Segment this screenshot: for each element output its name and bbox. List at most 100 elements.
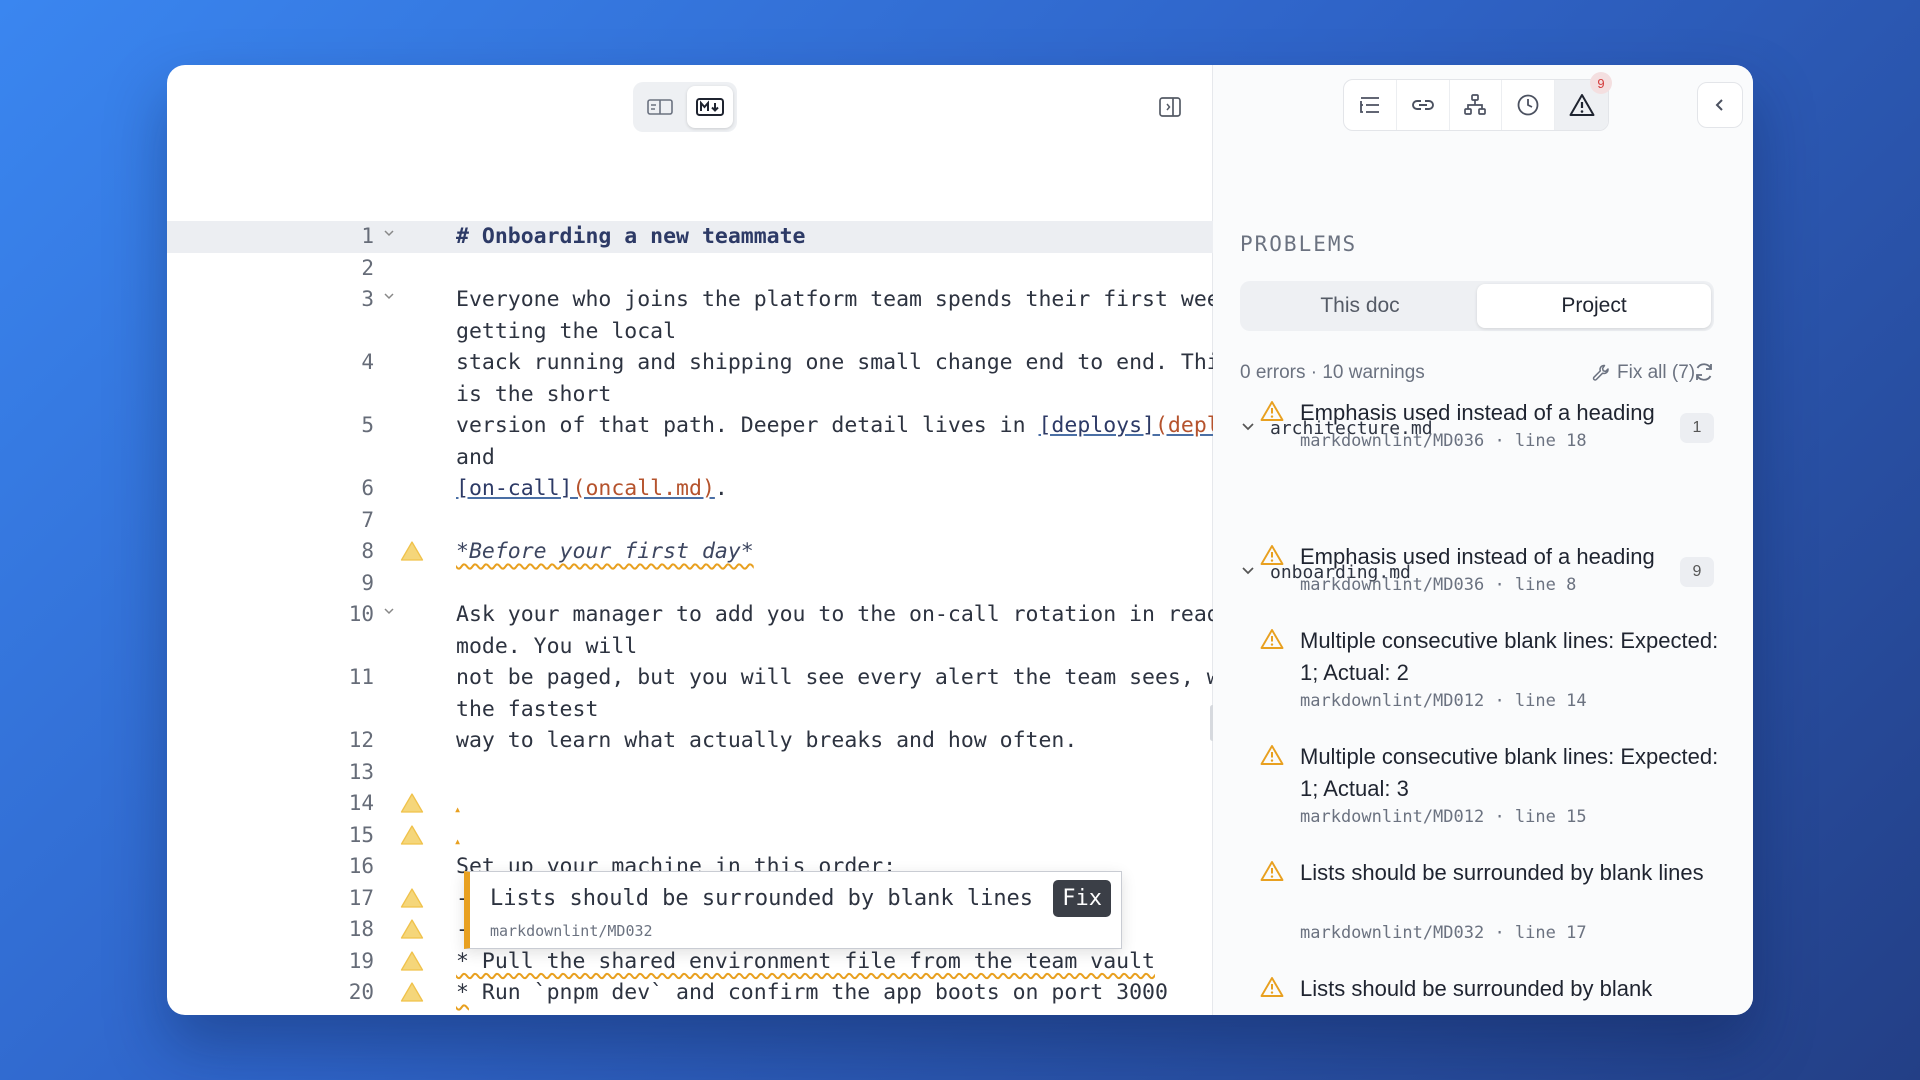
history-button[interactable] (1502, 80, 1556, 130)
code-line[interactable]: 12 way to learn what actually breaks and … (167, 725, 1213, 757)
code-line[interactable]: 3 Everyone who joins the platform team sp… (167, 284, 1213, 316)
line-number: 13 (348, 759, 374, 784)
code-line[interactable]: 5 version of that path. Deeper detail liv… (167, 410, 1213, 442)
fold-chevron-icon (384, 608, 394, 615)
hierarchy-icon (1464, 94, 1487, 115)
line-text: not be paged, but you will see every ale… (456, 665, 1213, 690)
links-button[interactable] (1397, 80, 1450, 130)
line-number: 3 (361, 287, 374, 311)
line-number (167, 697, 374, 721)
line-number: 18 (348, 917, 374, 941)
line-number: 8 (361, 539, 374, 563)
graph-button[interactable] (1450, 80, 1503, 130)
line-number: 20 (348, 980, 374, 1004)
code-line[interactable]: 14 ▴ (167, 788, 1213, 820)
gutter-warning-icon[interactable] (400, 824, 424, 852)
line-number: 16 (348, 854, 374, 878)
warning-icon (400, 950, 424, 971)
code-line[interactable]: and (167, 442, 1213, 474)
code-line[interactable]: 20 * Run `pnpm dev` and confirm the app b… (167, 977, 1213, 1009)
line-number (167, 634, 374, 658)
line-number: 14 (348, 791, 374, 815)
gutter-warning-icon[interactable] (400, 950, 424, 978)
split-view-button[interactable] (637, 86, 683, 128)
tab-this-doc[interactable]: This doc (1243, 284, 1477, 328)
line-number: 21 (167, 1012, 374, 1016)
chevron-left-icon (1715, 99, 1723, 111)
link-oncall[interactable]: [on-call](oncall.md) (456, 476, 715, 501)
line-text: # Onboarding a new teammate (456, 224, 806, 249)
outline-icon (1359, 97, 1379, 113)
line-number: 9 (361, 570, 374, 595)
link-deploys[interactable]: [deploys](deploys.md) (1038, 413, 1213, 438)
code-line[interactable]: 6 [on-call](oncall.md). (167, 473, 1213, 505)
toggle-sidebar-button[interactable] (1152, 89, 1188, 125)
problems-button[interactable]: 9 (1555, 72, 1612, 130)
code-line[interactable]: 1 # Onboarding a new teammate (167, 221, 1213, 253)
line-text: Ask your manager to add you to the on-ca… (456, 602, 1213, 627)
line-number (167, 382, 374, 406)
line-number: 7 (361, 507, 374, 532)
code-line[interactable]: 10 Ask your manager to add you to the on-… (167, 599, 1213, 631)
gutter-warning-icon[interactable] (400, 887, 424, 915)
code-line[interactable]: 7 (167, 505, 1213, 537)
line-number: 12 (348, 728, 374, 752)
line-number: 19 (348, 948, 374, 973)
warning-icon (1260, 545, 1284, 565)
code-line[interactable]: mode. You will (167, 631, 1213, 663)
problem-title: Multiple consecutive blank lines: Expect… (1300, 744, 1719, 801)
line-number: 11 (348, 665, 374, 689)
code-line[interactable]: 9 (167, 568, 1213, 600)
tooltip-fix-button[interactable]: Fix (1053, 880, 1111, 917)
code-line[interactable]: getting the local (167, 316, 1213, 348)
gutter-warning-icon[interactable] (400, 792, 424, 820)
warning-icon (400, 541, 424, 561)
gutter-warning-icon[interactable] (400, 540, 424, 568)
code-line[interactable]: the fastest (167, 694, 1213, 726)
problem-title: Lists should be surrounded by blank (1300, 976, 1653, 1001)
code-line[interactable]: 11 not be paged, but you will see every a… (167, 662, 1213, 694)
line-number: 4 (361, 350, 374, 374)
fold-chevron-icon (384, 293, 394, 300)
line-text: the fastest (456, 696, 599, 722)
chevron-down-icon (1242, 422, 1254, 430)
problem-warning-icon (1260, 976, 1284, 1003)
problems-sidebar: 9 PROBLEMS This doc Project 0 errors · 1… (1213, 65, 1753, 1015)
problems-count-badge: 9 (1589, 72, 1612, 94)
fold-toggle[interactable] (383, 605, 395, 620)
line-number: 1 (361, 224, 374, 248)
code-line[interactable]: 4 stack running and shipping one small ch… (167, 347, 1213, 379)
line-number (167, 445, 374, 469)
fix-all-button[interactable]: Fix all (7) (1591, 362, 1695, 384)
line-text: * Run `pnpm dev` and confirm the app boo… (456, 980, 1168, 1005)
line-number: 2 (361, 255, 374, 280)
fold-toggle[interactable] (383, 227, 395, 242)
fold-toggle[interactable] (383, 290, 395, 305)
code-line[interactable]: 15 ▴ (167, 820, 1213, 852)
warning-icon (1260, 629, 1284, 649)
code-line[interactable]: 21 (167, 1009, 1213, 1016)
code-line[interactable]: is the short (167, 379, 1213, 411)
split-view-icon (647, 99, 673, 115)
tooltip-message: Lists should be surrounded by blank line… (490, 886, 1034, 911)
problem-warning-icon (1260, 744, 1284, 771)
line-number: 5 (361, 413, 374, 437)
code-line[interactable]: 19 * Pull the shared environment file fro… (167, 946, 1213, 978)
code-line[interactable]: 8 *Before your first day* (167, 536, 1213, 568)
code-line[interactable]: 13 (167, 757, 1213, 789)
code-line[interactable]: 2 (167, 253, 1213, 285)
gutter-warning-icon[interactable] (400, 981, 424, 1009)
problems-summary: 0 errors · 10 warnings (1240, 362, 1425, 383)
collapse-sidebar-button[interactable] (1697, 82, 1743, 128)
problem-meta: markdownlint/MD036 · line 18 (1300, 431, 1587, 451)
markdown-view-button[interactable] (687, 86, 733, 128)
line-number: 10 (348, 602, 374, 626)
fix-all-label: Fix all (7) (1617, 362, 1696, 383)
outline-button[interactable] (1344, 80, 1397, 130)
tab-project[interactable]: Project (1477, 284, 1711, 328)
line-number: 6 (361, 476, 374, 500)
problems-scope-tabs: This doc Project (1240, 281, 1714, 331)
gutter-warning-icon[interactable] (400, 918, 424, 946)
sidebar-toolbar: 9 (1343, 72, 1612, 131)
refresh-button[interactable] (1693, 361, 1715, 388)
